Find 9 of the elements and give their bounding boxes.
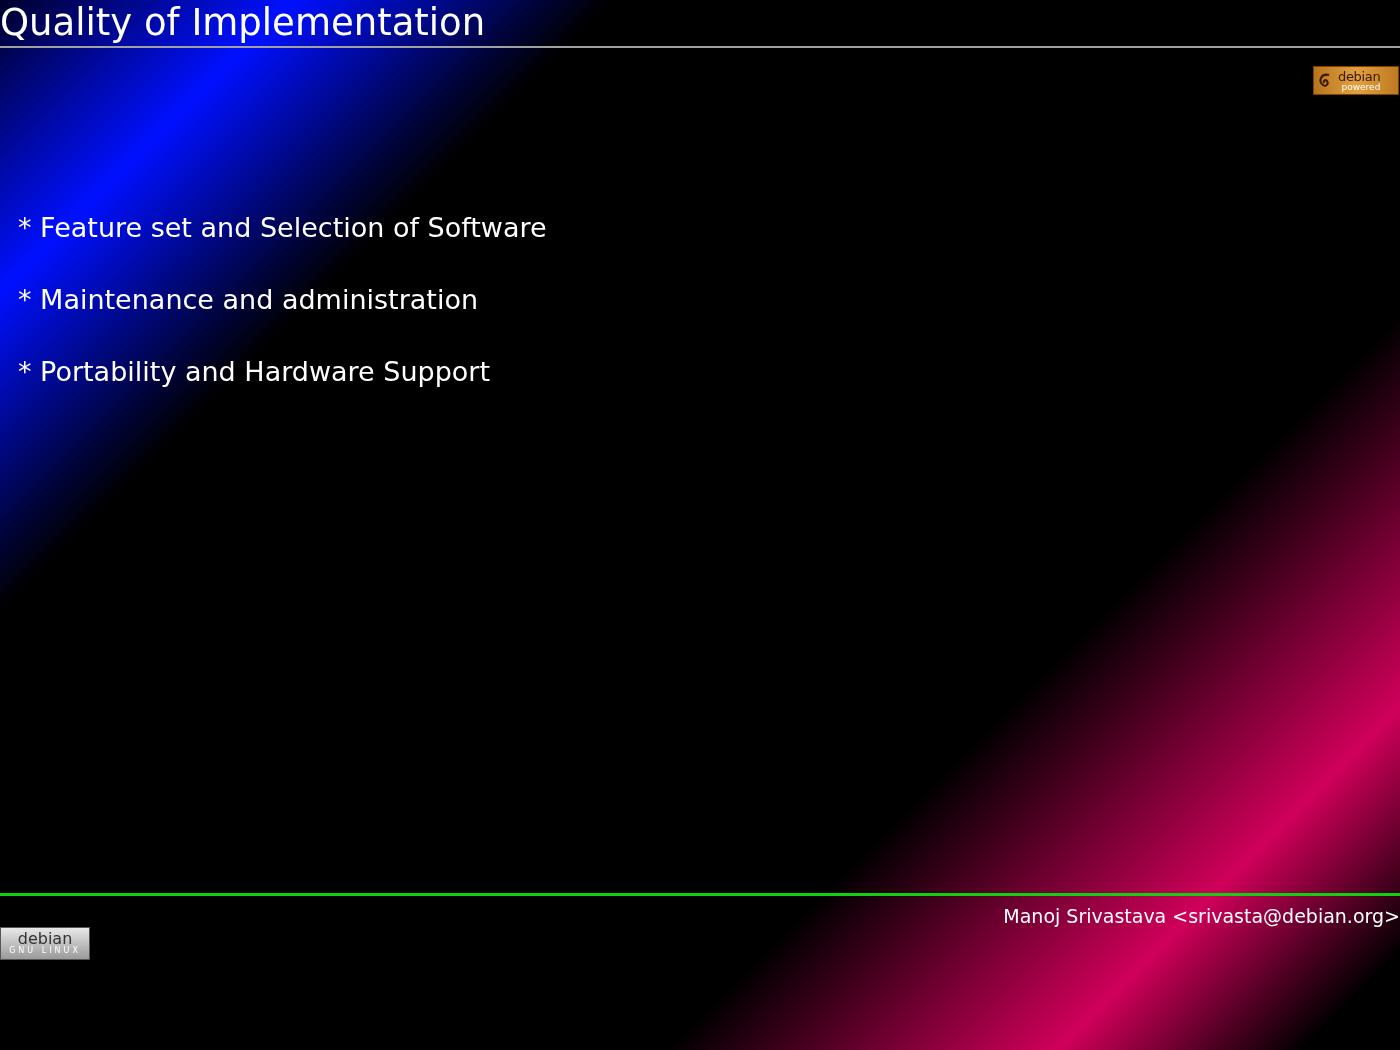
slide-title: Quality of Implementation [0, 0, 486, 46]
author-line: Manoj Srivastava <srivasta@debian.org> [1003, 904, 1400, 929]
badge-word: powered [1341, 82, 1381, 92]
bullet-point: * Feature set and Selection of Software [18, 212, 548, 244]
bullet-point: * Portability and Hardware Support [18, 356, 491, 388]
bullet-point: * Maintenance and administration [18, 284, 480, 316]
badge-word: debian [1338, 69, 1381, 83]
badge-word: debian [17, 931, 73, 947]
badge-word: GNU LINUX [9, 947, 81, 955]
